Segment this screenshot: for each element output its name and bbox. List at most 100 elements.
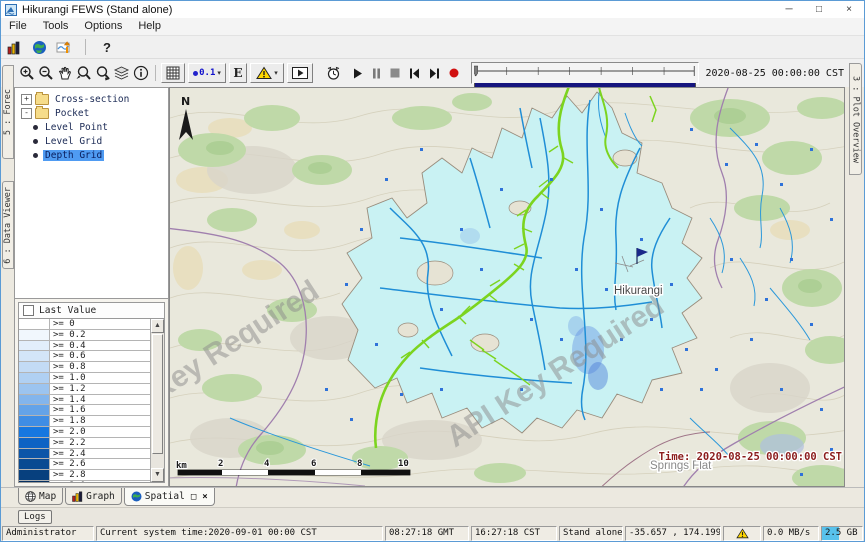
legend-row: >= 1.6: [19, 405, 151, 416]
tree-item-label[interactable]: Level Point: [43, 122, 110, 133]
legend-row-label: >= 0.4: [50, 341, 151, 351]
tree-item-cross-section[interactable]: + Cross-section: [21, 93, 168, 106]
last-value-label[interactable]: Last Value: [39, 305, 96, 316]
side-tab-plot-overview-label: 3 : Plot Overview: [851, 76, 861, 163]
side-tab-forecast-label: 5 : Forec: [3, 89, 13, 135]
grid-icon: [166, 66, 180, 80]
legend-row: >= 0: [19, 319, 151, 330]
menu-tools[interactable]: Tools: [35, 18, 77, 35]
tab-close-icon[interactable]: ×: [202, 492, 207, 502]
toolbar-separator: [85, 39, 86, 55]
warning-icon: [256, 66, 272, 80]
status-warning[interactable]: [723, 526, 761, 541]
time-slider[interactable]: [471, 62, 699, 84]
tree-item-depth-grid[interactable]: Depth Grid: [33, 149, 168, 162]
status-user: Administrator: [2, 526, 94, 541]
layers-button[interactable]: [112, 64, 131, 83]
zoom-previous-icon: [75, 65, 92, 81]
close-button[interactable]: ×: [834, 1, 864, 18]
play-button[interactable]: [353, 68, 363, 79]
legend-row-label: >= 1.8: [50, 416, 151, 426]
legend-scrollbar[interactable]: ▲ ▼: [150, 319, 164, 482]
thresholds-button[interactable]: ▾: [250, 63, 284, 83]
last-value-checkbox[interactable]: [23, 305, 34, 316]
legend-color-swatch: [19, 449, 50, 459]
legend-color-swatch: [19, 416, 50, 426]
legend-row-label: >= 1.6: [50, 405, 151, 415]
scale-tick: 2: [218, 459, 223, 469]
menu-help[interactable]: Help: [130, 18, 169, 35]
map-display-button[interactable]: [30, 38, 49, 57]
collapse-toggle-icon[interactable]: -: [21, 108, 32, 119]
legend-row: >= 1.0: [19, 373, 151, 384]
chevron-down-icon[interactable]: ▾: [217, 69, 221, 77]
tree-item-pocket[interactable]: - Pocket: [21, 107, 168, 120]
tab-graph[interactable]: Graph: [65, 488, 122, 505]
movie-play-icon: [292, 67, 308, 79]
movie-player-button[interactable]: [287, 63, 313, 83]
menu-options[interactable]: Options: [76, 18, 130, 35]
zoom-next-button[interactable]: [93, 64, 112, 83]
tree-item-level-point[interactable]: Level Point: [33, 121, 168, 134]
map-view[interactable]: API Key Required API Key Required Hikura…: [169, 87, 845, 487]
tab-spatial[interactable]: Spatial □ ×: [124, 488, 215, 506]
scroll-thumb[interactable]: [152, 334, 163, 454]
legend-row-label: >= 1.0: [50, 373, 151, 383]
animation-settings-button[interactable]: [324, 64, 343, 83]
zoom-in-icon: [19, 65, 35, 81]
side-tab-plot-overview[interactable]: 3 : Plot Overview: [849, 63, 862, 175]
tree-item-label-selected[interactable]: Depth Grid: [43, 150, 104, 161]
last-value-row: Last Value: [19, 303, 164, 319]
go-to-start-button[interactable]: [409, 68, 420, 79]
maximize-button[interactable]: □: [804, 1, 834, 18]
pause-button[interactable]: [372, 68, 381, 79]
logs-button[interactable]: Logs: [18, 510, 52, 524]
minimize-button[interactable]: ─: [774, 1, 804, 18]
chevron-down-icon[interactable]: ▾: [274, 69, 278, 77]
tree-item-label[interactable]: Pocket: [53, 108, 91, 119]
database-viewer-button[interactable]: [5, 38, 24, 57]
main-toolbar: ?: [1, 36, 864, 58]
tab-map[interactable]: Map: [18, 488, 63, 505]
info-button[interactable]: [131, 64, 150, 83]
folder-icon: [35, 94, 49, 105]
time-slider-handle[interactable]: [474, 66, 478, 76]
pan-button[interactable]: [55, 64, 74, 83]
stop-button[interactable]: [390, 68, 400, 78]
go-to-end-button[interactable]: [429, 68, 440, 79]
tree-item-level-grid[interactable]: Level Grid: [33, 135, 168, 148]
bullet-icon: [33, 139, 38, 144]
record-button[interactable]: [449, 68, 459, 78]
zoom-out-button[interactable]: [36, 64, 55, 83]
legend-table: >= 0 >= 0.2 >= 0.4 >= 0.6 >= 0.8 >= 1.0 …: [19, 319, 151, 482]
side-tab-data-viewer-label: 6 : Data Viewer: [3, 187, 13, 264]
zoom-previous-button[interactable]: [74, 64, 93, 83]
north-label: N: [181, 95, 190, 108]
layers-icon: [113, 65, 130, 81]
side-tab-forecast[interactable]: 5 : Forec: [2, 65, 14, 159]
tab-restore-icon[interactable]: □: [191, 492, 196, 502]
legend-color-swatch: [19, 319, 50, 329]
filter-tree: + Cross-section - Pocket Level Point Lev…: [15, 88, 168, 299]
zoom-in-button[interactable]: [17, 64, 36, 83]
status-system-time: Current system time:2020-09-01 00:00 CST: [96, 526, 383, 541]
menu-file[interactable]: File: [1, 18, 35, 35]
time-slider-track[interactable]: [474, 65, 696, 77]
show-labels-button[interactable]: E: [229, 63, 247, 83]
tree-item-label[interactable]: Level Grid: [43, 136, 104, 147]
help-button[interactable]: ?: [97, 40, 117, 55]
map-canvas[interactable]: API Key Required API Key Required Hikura…: [170, 88, 845, 487]
side-tab-data-viewer[interactable]: 6 : Data Viewer: [2, 181, 14, 269]
scroll-down-icon[interactable]: ▼: [151, 468, 164, 482]
expand-toggle-icon[interactable]: +: [21, 94, 32, 105]
status-gmt-time: 08:27:18 GMT: [385, 526, 469, 541]
scroll-up-icon[interactable]: ▲: [151, 319, 164, 333]
legend-row-label: >= 0.2: [50, 330, 151, 340]
map-toolbar: 0.1 ▾ E ▾: [1, 58, 864, 87]
tree-item-label[interactable]: Cross-section: [53, 94, 131, 105]
legend-row: >= 0.8: [19, 362, 151, 373]
show-values-button[interactable]: 0.1 ▾: [188, 63, 226, 83]
spatial-display-button[interactable]: [55, 38, 74, 57]
show-grid-button[interactable]: [161, 63, 185, 83]
legend-row: >= 1.2: [19, 384, 151, 395]
